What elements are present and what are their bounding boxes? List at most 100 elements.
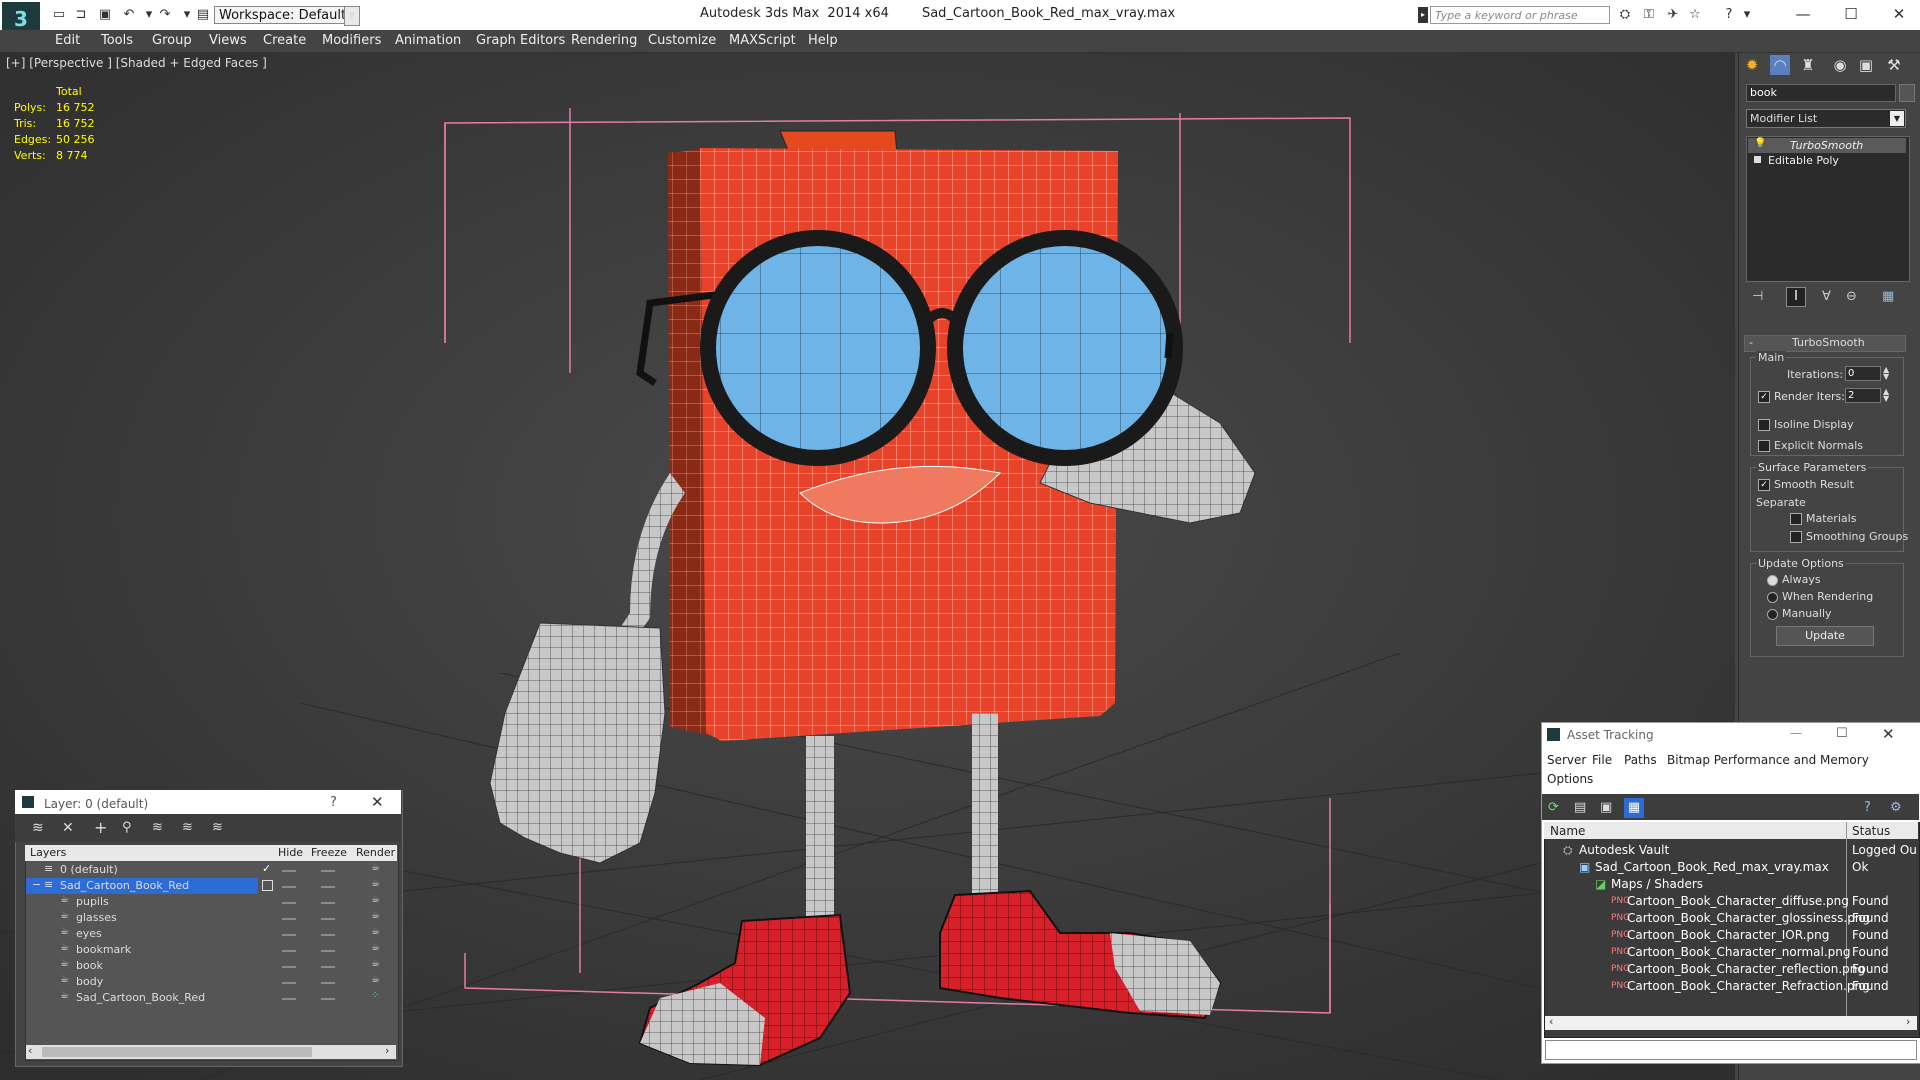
object-name-input[interactable]: book xyxy=(1746,84,1896,102)
render-teapot-icon[interactable]: ☕ xyxy=(371,894,380,905)
menu-graph-editors[interactable]: Graph Editors xyxy=(476,33,565,48)
menu-maxscript[interactable]: MAXScript xyxy=(729,33,796,48)
viewport-label[interactable]: [+] [Perspective ] [Shaded + Edged Faces… xyxy=(6,56,267,70)
freeze-toggle[interactable] xyxy=(321,902,335,904)
asset-row[interactable]: PNG Cartoon_Book_Character_diffuse.png F… xyxy=(1545,893,1917,910)
add-to-layer-icon[interactable]: + xyxy=(94,818,107,837)
delete-layer-icon[interactable]: ✕ xyxy=(62,820,74,836)
table-view-icon[interactable]: ▦ xyxy=(1624,798,1644,818)
close-window-icon[interactable]: ✕ xyxy=(1882,725,1895,743)
hide-toggle[interactable] xyxy=(282,870,296,872)
minimize-window-icon[interactable]: — xyxy=(1790,726,1802,740)
active-layer-check-icon[interactable]: ✓ xyxy=(262,862,271,875)
communication-icon[interactable]: ✈ xyxy=(1664,7,1682,23)
menu-tools[interactable]: Tools xyxy=(101,33,133,48)
refresh-icon[interactable]: ⟳ xyxy=(1548,800,1559,815)
column-render[interactable]: Render xyxy=(356,846,395,859)
smoothing-groups-checkbox[interactable] xyxy=(1790,531,1802,543)
asset-menu-bitmap-performance[interactable]: Bitmap Performance and Memory xyxy=(1667,753,1869,767)
freeze-toggle[interactable] xyxy=(321,918,335,920)
settings-icon[interactable]: ⚙ xyxy=(1890,800,1902,815)
asset-row[interactable]: ▣ Sad_Cartoon_Book_Red_max_vray.max Ok xyxy=(1545,859,1917,876)
search-input[interactable]: Type a keyword or phrase xyxy=(1430,6,1610,24)
select-objects-icon[interactable]: ⚲ xyxy=(122,820,132,835)
iterations-spinner[interactable]: 0 xyxy=(1845,366,1881,381)
scroll-right-icon[interactable]: › xyxy=(385,1044,389,1057)
bulb-icon[interactable]: 💡 xyxy=(1754,138,1766,149)
rollout-collapse-icon[interactable]: - xyxy=(1749,336,1753,349)
hierarchy-tab-icon[interactable]: ♜ xyxy=(1798,55,1818,75)
menu-create[interactable]: Create xyxy=(263,33,306,48)
asset-path-field[interactable] xyxy=(1545,1040,1917,1060)
favorites-icon[interactable]: ☆ xyxy=(1686,7,1704,23)
workspace-dropdown[interactable]: Workspace: Default xyxy=(214,6,356,24)
asset-row[interactable]: ◪ Maps / Shaders xyxy=(1545,876,1917,893)
menu-modifiers[interactable]: Modifiers xyxy=(322,33,381,48)
menu-animation[interactable]: Animation xyxy=(395,33,461,48)
scroll-left-icon[interactable]: ‹ xyxy=(28,1044,32,1057)
maximize-window-icon[interactable]: ☐ xyxy=(1836,726,1848,741)
freeze-toggle[interactable] xyxy=(321,966,335,968)
hide-toggle[interactable] xyxy=(282,966,296,968)
layer-row[interactable]: ≡ 0 (default) ✓ ☕ xyxy=(26,862,396,878)
when-rendering-radio[interactable] xyxy=(1767,592,1778,603)
freeze-all-layers-icon[interactable]: ≋ xyxy=(212,820,223,835)
materials-checkbox[interactable] xyxy=(1790,513,1802,525)
remove-modifier-icon[interactable]: ⊖ xyxy=(1846,289,1857,304)
show-end-result-icon[interactable]: I xyxy=(1786,287,1806,307)
smooth-result-checkbox[interactable]: ✓ xyxy=(1758,479,1770,491)
scroll-right-icon[interactable]: › xyxy=(1906,1015,1910,1028)
search-expand-icon[interactable]: ▸ xyxy=(1418,7,1428,23)
chevron-down-icon[interactable]: ▼ xyxy=(1890,111,1904,126)
render-teapot-icon[interactable]: ☕ xyxy=(371,878,380,889)
binoculars-icon[interactable]: ⛭ xyxy=(1616,7,1634,23)
menu-rendering[interactable]: Rendering xyxy=(571,33,637,48)
layer-row[interactable]: ☕ Sad_Cartoon_Book_Red ⁘ xyxy=(26,990,396,1006)
new-layer-icon[interactable]: ≋ xyxy=(32,820,44,836)
hide-toggle[interactable] xyxy=(282,918,296,920)
render-teapot-icon[interactable]: ☕ xyxy=(371,926,380,937)
redo-icon[interactable]: ↷ xyxy=(156,7,174,23)
menu-edit[interactable]: Edit xyxy=(55,33,80,48)
render-iters-spinner[interactable]: 2 xyxy=(1845,388,1881,403)
layer-row[interactable]: ☕ book ☕ xyxy=(26,958,396,974)
update-button[interactable]: Update xyxy=(1776,626,1874,646)
hide-toggle[interactable] xyxy=(282,982,296,984)
asset-menu-file[interactable]: File xyxy=(1592,753,1612,767)
list-view-icon[interactable]: ▤ xyxy=(1574,800,1586,815)
motion-tab-icon[interactable]: ◉ xyxy=(1830,55,1850,75)
modifier-list-dropdown[interactable]: Modifier List xyxy=(1746,109,1906,128)
render-dots-icon[interactable]: ⁘ xyxy=(371,990,379,1001)
help-icon[interactable]: ? xyxy=(1718,7,1740,23)
configure-sets-icon[interactable]: ▦ xyxy=(1882,289,1894,304)
menu-views[interactable]: Views xyxy=(209,33,247,48)
asset-row[interactable]: PNG Cartoon_Book_Character_Refraction.pn… xyxy=(1545,978,1917,995)
layer-row[interactable]: ☕ glasses ☕ xyxy=(26,910,396,926)
layer-row[interactable]: ☕ bookmark ☕ xyxy=(26,942,396,958)
new-file-icon[interactable]: ▭ xyxy=(50,7,68,23)
save-file-icon[interactable]: ▣ xyxy=(96,7,114,23)
thumbnail-view-icon[interactable]: ▣ xyxy=(1600,800,1612,815)
create-tab-icon[interactable]: ✹ xyxy=(1742,55,1762,75)
maximize-window-icon[interactable]: ☐ xyxy=(1836,2,1866,26)
freeze-toggle[interactable] xyxy=(321,870,335,872)
manually-radio[interactable] xyxy=(1767,609,1778,620)
freeze-toggle[interactable] xyxy=(321,886,335,888)
menu-customize[interactable]: Customize xyxy=(648,33,716,48)
stack-item-editable-poly[interactable]: Editable Poly xyxy=(1768,154,1839,167)
column-freeze[interactable]: Freeze xyxy=(311,846,347,859)
render-teapot-icon[interactable]: ☕ xyxy=(371,910,380,921)
asset-row[interactable]: PNG Cartoon_Book_Character_reflection.pn… xyxy=(1545,961,1917,978)
render-iters-checkbox[interactable]: ✓ xyxy=(1758,391,1770,403)
undo-icon[interactable]: ↶ xyxy=(120,7,138,23)
open-file-icon[interactable]: ⊐ xyxy=(72,7,90,23)
chevron-down-icon[interactable]: ▼ xyxy=(344,6,360,26)
isoline-display-checkbox[interactable] xyxy=(1758,419,1770,431)
hide-all-layers-icon[interactable]: ≋ xyxy=(182,820,193,835)
render-iters-spinner-arrows[interactable]: ▲ ▼ xyxy=(1883,388,1889,403)
iterations-spinner-arrows[interactable]: ▲ ▼ xyxy=(1883,366,1889,381)
menu-group[interactable]: Group xyxy=(152,33,192,48)
column-hide[interactable]: Hide xyxy=(278,846,303,859)
hide-toggle[interactable] xyxy=(282,934,296,936)
freeze-toggle[interactable] xyxy=(321,982,335,984)
